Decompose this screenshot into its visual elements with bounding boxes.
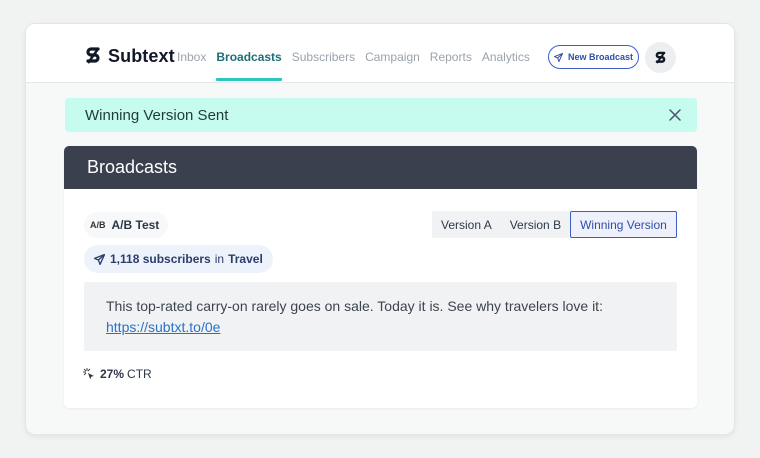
version-tabs: Version A Version B Winning Version <box>432 211 677 238</box>
nav-item-subscribers[interactable]: Subscribers <box>292 50 355 64</box>
brand-name: Subtext <box>108 45 175 66</box>
nav-links: Inbox Broadcasts Subscribers Campaign Re… <box>177 50 540 81</box>
ab-test-icon: A/B <box>90 220 106 230</box>
send-icon <box>94 253 105 265</box>
audience-preposition: in <box>214 252 225 266</box>
top-navigation: Subtext Inbox Broadcasts Subscribers Cam… <box>26 24 734 83</box>
tab-version-a[interactable]: Version A <box>432 211 501 238</box>
alert-message: Winning Version Sent <box>85 106 229 124</box>
close-icon[interactable] <box>669 109 681 121</box>
message-link[interactable]: https://subtxt.to/0e <box>106 319 220 335</box>
nav-item-campaign[interactable]: Campaign <box>365 50 420 64</box>
subtext-logo-icon <box>86 47 100 64</box>
success-alert: Winning Version Sent <box>65 98 697 132</box>
new-broadcast-button[interactable]: New Broadcast <box>548 45 639 69</box>
tab-winning-version[interactable]: Winning Version <box>570 211 677 238</box>
ab-test-label: A/B Test <box>111 218 160 232</box>
nav-item-reports[interactable]: Reports <box>430 50 472 64</box>
message-text: This top-rated carry-on rarely goes on s… <box>106 298 603 314</box>
segment-name: Travel <box>228 252 263 266</box>
new-broadcast-label: New Broadcast <box>567 52 634 62</box>
ctr-stat: 27% CTR <box>83 367 152 381</box>
message-preview: This top-rated carry-on rarely goes on s… <box>84 282 677 351</box>
nav-item-inbox[interactable]: Inbox <box>177 50 206 64</box>
click-sparkle-icon <box>83 368 94 380</box>
ctr-value: 27% <box>100 367 125 381</box>
tab-version-b[interactable]: Version B <box>500 211 571 238</box>
panel-title: Broadcasts <box>87 157 178 177</box>
avatar[interactable] <box>645 42 676 73</box>
panel-header: Broadcasts <box>64 146 697 189</box>
ctr-label: CTR <box>127 367 152 381</box>
subscriber-count: 1,118 subscribers <box>110 252 211 266</box>
app-window: Subtext Inbox Broadcasts Subscribers Cam… <box>25 23 735 435</box>
nav-item-analytics[interactable]: Analytics <box>482 50 530 64</box>
ab-test-badge: A/B A/B Test <box>84 212 169 238</box>
broadcast-panel: Broadcasts A/B A/B Test Version A Versio… <box>64 146 697 408</box>
audience-badge: 1,118 subscribers in Travel <box>84 245 273 273</box>
send-icon <box>553 52 563 62</box>
brand-logo[interactable]: Subtext <box>84 45 175 67</box>
nav-item-broadcasts[interactable]: Broadcasts <box>216 50 283 81</box>
subtext-logo-icon <box>655 51 666 64</box>
